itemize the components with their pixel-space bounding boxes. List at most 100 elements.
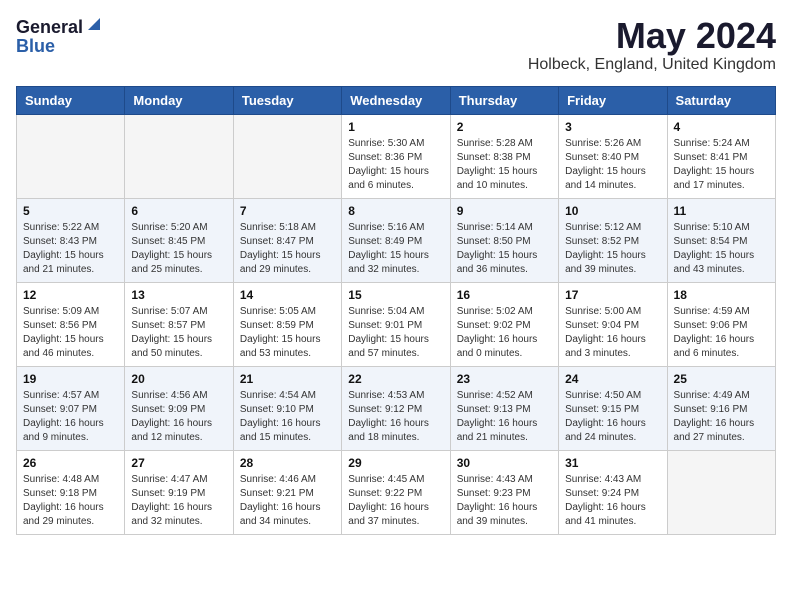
day-info: Sunrise: 4:43 AM Sunset: 9:24 PM Dayligh… — [565, 473, 660, 529]
day-number: 23 — [457, 372, 552, 386]
day-number: 13 — [131, 288, 226, 302]
table-row: 22Sunrise: 4:53 AM Sunset: 9:12 PM Dayli… — [342, 366, 450, 450]
calendar-week-row: 5Sunrise: 5:22 AM Sunset: 8:43 PM Daylig… — [17, 198, 776, 282]
table-row: 31 Sunrise: 4:43 AM Sunset: 9:24 PM Dayli… — [559, 450, 667, 534]
table-row: 30 Sunrise: 4:43 AM Sunset: 9:23 PM Dayli… — [450, 450, 558, 534]
day-info: Sunrise: 4:45 AM Sunset: 9:22 PM Dayligh… — [348, 473, 443, 529]
header-sunday: Sunday — [17, 86, 125, 114]
day-info: Sunrise: 5:10 AM Sunset: 8:54 PM Dayligh… — [674, 221, 769, 277]
day-number: 21 — [240, 372, 335, 386]
day-number: 24 — [565, 372, 660, 386]
day-number: 18 — [674, 288, 769, 302]
calendar-week-row: 1 Sunrise: 5:30 AM Sunset: 8:36 PM Daylig… — [17, 114, 776, 198]
day-number: 25 — [674, 372, 769, 386]
header-wednesday: Wednesday — [342, 86, 450, 114]
day-number: 16 — [457, 288, 552, 302]
day-number: 15 — [348, 288, 443, 302]
day-info: Sunrise: 5:07 AM Sunset: 8:57 PM Dayligh… — [131, 305, 226, 361]
table-row: 14Sunrise: 5:05 AM Sunset: 8:59 PM Dayli… — [233, 282, 341, 366]
day-info: Sunrise: 5:22 AM Sunset: 8:43 PM Dayligh… — [23, 221, 118, 277]
day-info: Sunrise: 5:28 AM Sunset: 8:38 PM Dayligh… — [457, 137, 552, 193]
table-row: 21Sunrise: 4:54 AM Sunset: 9:10 PM Dayli… — [233, 366, 341, 450]
calendar-location: Holbeck, England, United Kingdom — [528, 56, 776, 74]
table-row: 27 Sunrise: 4:47 AM Sunset: 9:19 PM Dayli… — [125, 450, 233, 534]
day-number: 19 — [23, 372, 118, 386]
day-info: Sunrise: 4:50 AM Sunset: 9:15 PM Dayligh… — [565, 389, 660, 445]
table-row: 26 Sunrise: 4:48 AM Sunset: 9:18 PM Dayli… — [17, 450, 125, 534]
day-info: Sunrise: 4:57 AM Sunset: 9:07 PM Dayligh… — [23, 389, 118, 445]
day-info: Sunrise: 5:05 AM Sunset: 8:59 PM Dayligh… — [240, 305, 335, 361]
table-row: 2 Sunrise: 5:28 AM Sunset: 8:38 PM Daylig… — [450, 114, 558, 198]
logo-general-text: General — [16, 18, 83, 36]
table-row: 23 Sunrise: 4:52 AM Sunset: 9:13 PM Dayli… — [450, 366, 558, 450]
page-header: General Blue May 2024 Holbeck, England, … — [16, 16, 776, 74]
table-row: 5Sunrise: 5:22 AM Sunset: 8:43 PM Daylig… — [17, 198, 125, 282]
day-info: Sunrise: 4:43 AM Sunset: 9:23 PM Dayligh… — [457, 473, 552, 529]
day-info: Sunrise: 5:04 AM Sunset: 9:01 PM Dayligh… — [348, 305, 443, 361]
day-info: Sunrise: 4:49 AM Sunset: 9:16 PM Dayligh… — [674, 389, 769, 445]
table-row: 16Sunrise: 5:02 AM Sunset: 9:02 PM Dayli… — [450, 282, 558, 366]
logo: General Blue — [16, 16, 102, 55]
table-row: 1 Sunrise: 5:30 AM Sunset: 8:36 PM Daylig… — [342, 114, 450, 198]
table-row: 6Sunrise: 5:20 AM Sunset: 8:45 PM Daylig… — [125, 198, 233, 282]
header-thursday: Thursday — [450, 86, 558, 114]
day-number: 11 — [674, 204, 769, 218]
day-number: 20 — [131, 372, 226, 386]
day-number: 3 — [565, 120, 660, 134]
day-number: 1 — [348, 120, 443, 134]
logo-blue-text: Blue — [16, 37, 55, 55]
table-row: 4Sunrise: 5:24 AM Sunset: 8:41 PM Daylig… — [667, 114, 775, 198]
calendar-header-row: Sunday Monday Tuesday Wednesday Thursday… — [17, 86, 776, 114]
day-number: 27 — [131, 456, 226, 470]
day-number: 29 — [348, 456, 443, 470]
day-number: 30 — [457, 456, 552, 470]
table-row: 20 Sunrise: 4:56 AM Sunset: 9:09 PM Dayli… — [125, 366, 233, 450]
calendar-week-row: 19 Sunrise: 4:57 AM Sunset: 9:07 PM Dayli… — [17, 366, 776, 450]
day-number: 12 — [23, 288, 118, 302]
day-info: Sunrise: 5:18 AM Sunset: 8:47 PM Dayligh… — [240, 221, 335, 277]
header-monday: Monday — [125, 86, 233, 114]
day-info: Sunrise: 4:48 AM Sunset: 9:18 PM Dayligh… — [23, 473, 118, 529]
table-row — [667, 450, 775, 534]
table-row: 8Sunrise: 5:16 AM Sunset: 8:49 PM Daylig… — [342, 198, 450, 282]
day-info: Sunrise: 4:47 AM Sunset: 9:19 PM Dayligh… — [131, 473, 226, 529]
table-row — [233, 114, 341, 198]
logo-triangle-icon — [86, 16, 102, 32]
day-number: 2 — [457, 120, 552, 134]
header-friday: Friday — [559, 86, 667, 114]
day-number: 31 — [565, 456, 660, 470]
day-number: 10 — [565, 204, 660, 218]
header-tuesday: Tuesday — [233, 86, 341, 114]
table-row: 19 Sunrise: 4:57 AM Sunset: 9:07 PM Dayli… — [17, 366, 125, 450]
table-row: 15 Sunrise: 5:04 AM Sunset: 9:01 PM Dayli… — [342, 282, 450, 366]
table-row: 17 Sunrise: 5:00 AM Sunset: 9:04 PM Dayli… — [559, 282, 667, 366]
header-saturday: Saturday — [667, 86, 775, 114]
day-info: Sunrise: 4:52 AM Sunset: 9:13 PM Dayligh… — [457, 389, 552, 445]
day-info: Sunrise: 5:12 AM Sunset: 8:52 PM Dayligh… — [565, 221, 660, 277]
table-row: 29 Sunrise: 4:45 AM Sunset: 9:22 PM Dayli… — [342, 450, 450, 534]
day-info: Sunrise: 5:00 AM Sunset: 9:04 PM Dayligh… — [565, 305, 660, 361]
day-info: Sunrise: 5:20 AM Sunset: 8:45 PM Dayligh… — [131, 221, 226, 277]
day-info: Sunrise: 4:59 AM Sunset: 9:06 PM Dayligh… — [674, 305, 769, 361]
table-row: 11 Sunrise: 5:10 AM Sunset: 8:54 PM Dayli… — [667, 198, 775, 282]
table-row: 28 Sunrise: 4:46 AM Sunset: 9:21 PM Dayli… — [233, 450, 341, 534]
day-info: Sunrise: 4:46 AM Sunset: 9:21 PM Dayligh… — [240, 473, 335, 529]
day-number: 26 — [23, 456, 118, 470]
table-row — [125, 114, 233, 198]
day-number: 7 — [240, 204, 335, 218]
calendar-week-row: 26 Sunrise: 4:48 AM Sunset: 9:18 PM Dayli… — [17, 450, 776, 534]
day-number: 4 — [674, 120, 769, 134]
table-row: 7 Sunrise: 5:18 AM Sunset: 8:47 PM Daylig… — [233, 198, 341, 282]
day-info: Sunrise: 5:26 AM Sunset: 8:40 PM Dayligh… — [565, 137, 660, 193]
table-row: 9Sunrise: 5:14 AM Sunset: 8:50 PM Daylig… — [450, 198, 558, 282]
day-number: 28 — [240, 456, 335, 470]
day-info: Sunrise: 5:30 AM Sunset: 8:36 PM Dayligh… — [348, 137, 443, 193]
calendar-title: May 2024 — [528, 16, 776, 56]
day-info: Sunrise: 4:56 AM Sunset: 9:09 PM Dayligh… — [131, 389, 226, 445]
title-block: May 2024 Holbeck, England, United Kingdo… — [528, 16, 776, 74]
table-row: 10 Sunrise: 5:12 AM Sunset: 8:52 PM Dayli… — [559, 198, 667, 282]
day-number: 17 — [565, 288, 660, 302]
day-number: 22 — [348, 372, 443, 386]
table-row: 13 Sunrise: 5:07 AM Sunset: 8:57 PM Dayli… — [125, 282, 233, 366]
table-row: 24 Sunrise: 4:50 AM Sunset: 9:15 PM Dayli… — [559, 366, 667, 450]
